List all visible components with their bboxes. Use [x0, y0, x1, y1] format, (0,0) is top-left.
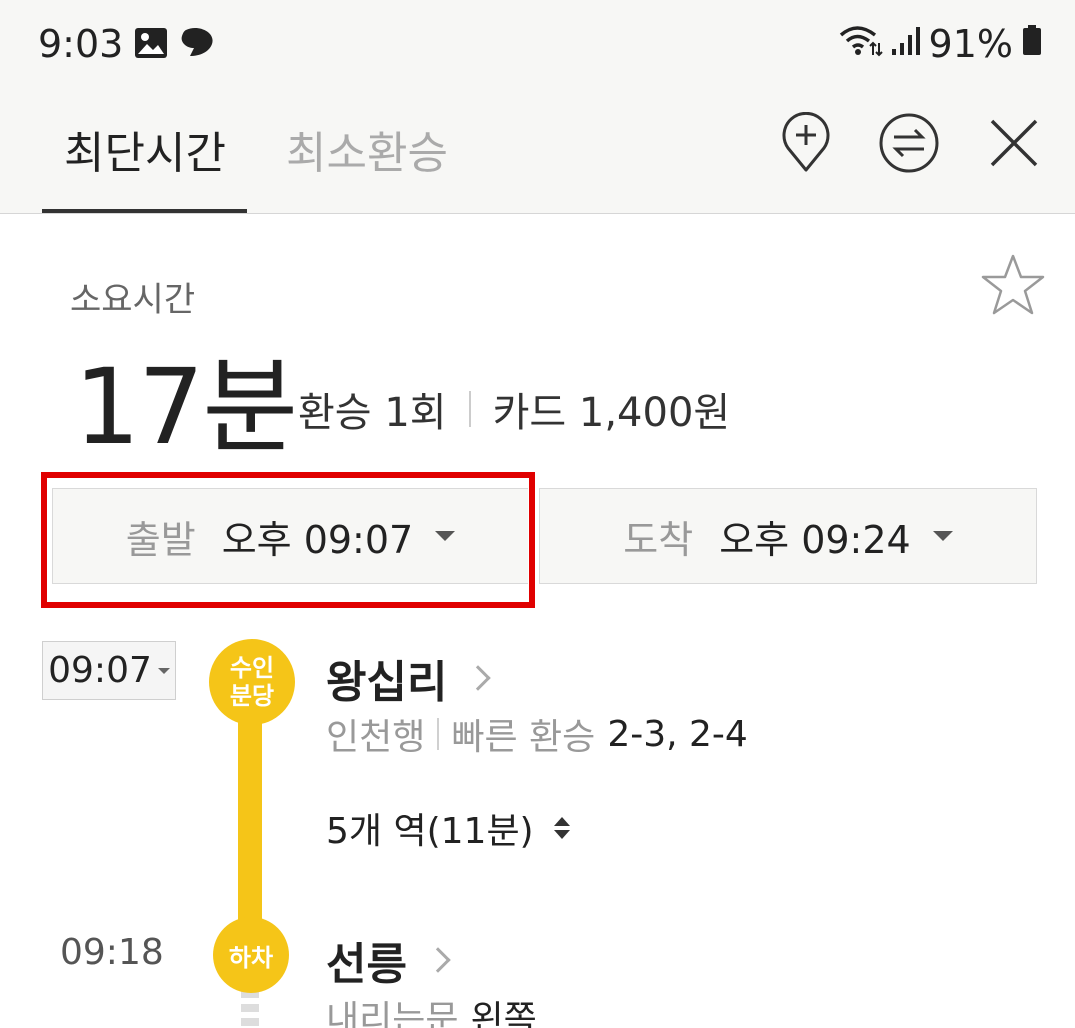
door-label: 내리는문 [326, 999, 459, 1028]
chevron-down-icon [932, 531, 953, 541]
walk-segment [241, 990, 259, 1028]
active-tab-indicator [42, 209, 247, 213]
tab-shortest-time[interactable]: 최단시간 [64, 117, 226, 181]
stops-toggle[interactable]: 5개 역(11분) [326, 802, 570, 854]
door-info: 내리는문 왼쪽 [326, 990, 537, 1028]
divider [437, 718, 440, 750]
end-station-name: 선릉 [326, 939, 407, 990]
chevron-right-icon [425, 947, 451, 973]
fare: 카드 1,400원 [492, 390, 731, 436]
start-station-name: 왕십리 [326, 657, 448, 708]
chevron-down-icon [435, 531, 456, 541]
status-bar: 9:03 91% [0, 0, 1075, 95]
status-time: 9:03 [38, 22, 124, 66]
route-header: 최단시간 최소환승 [0, 95, 1075, 214]
stops-count: 5개 역(11분) [326, 811, 534, 852]
swap-icon [878, 112, 940, 178]
badge-line-2: 분당 [229, 682, 275, 710]
star-icon [980, 254, 1046, 322]
start-station-info: 인천행 빠른 환승 2-3, 2-4 [326, 708, 748, 760]
add-location-button[interactable] [776, 111, 836, 178]
transfer-count: 환승 1회 [298, 390, 447, 436]
fast-transfer-value: 2-3, 2-4 [607, 713, 748, 755]
chevron-down-icon [157, 667, 170, 674]
arrival-time-selector[interactable]: 도착 오후 09:24 [539, 488, 1037, 584]
add-location-icon [779, 111, 833, 178]
favorite-button[interactable] [980, 252, 1046, 318]
departure-time-selector[interactable]: 출발 오후 09:07 [52, 488, 528, 584]
expand-toggle-icon [553, 817, 570, 839]
fast-transfer-label: 빠른 환승 [451, 717, 596, 758]
close-button[interactable] [984, 115, 1044, 175]
departure-value: 오후 09:07 [221, 517, 414, 562]
battery-percent: 91% [928, 22, 1013, 66]
start-time: 09:07 [48, 650, 152, 691]
chevron-right-icon [465, 665, 492, 691]
signal-icon [891, 22, 921, 66]
start-station-link[interactable]: 왕십리 [326, 646, 492, 710]
duration-value: 17분 [74, 346, 298, 468]
duration-label: 소요시간 [70, 280, 196, 320]
door-value: 왼쪽 [470, 999, 537, 1028]
arrival-label: 도착 [623, 517, 694, 562]
start-time-selector[interactable]: 09:07 [42, 641, 176, 700]
tab-fewest-transfers[interactable]: 최소환승 [286, 117, 448, 181]
route-summary: 환승 1회 카드 1,400원 [298, 380, 730, 438]
end-station-link[interactable]: 선릉 [326, 928, 451, 992]
departure-label: 출발 [125, 517, 196, 562]
badge-line-1: 수인 [229, 654, 275, 682]
line-segment [238, 695, 262, 925]
get-off-badge: 하차 [213, 917, 289, 993]
divider [468, 391, 471, 427]
get-off-label: 하차 [228, 943, 274, 972]
swap-button[interactable] [878, 112, 940, 178]
close-icon [987, 116, 1041, 174]
end-time: 09:18 [60, 932, 164, 973]
wifi-icon [837, 22, 883, 66]
direction: 인천행 [326, 717, 426, 758]
line-badge-suin-bundang: 수인 분당 [209, 639, 295, 725]
messenger-icon [178, 26, 218, 64]
battery-icon [1021, 22, 1043, 66]
arrival-value: 오후 09:24 [719, 517, 911, 562]
gallery-icon [134, 26, 168, 64]
